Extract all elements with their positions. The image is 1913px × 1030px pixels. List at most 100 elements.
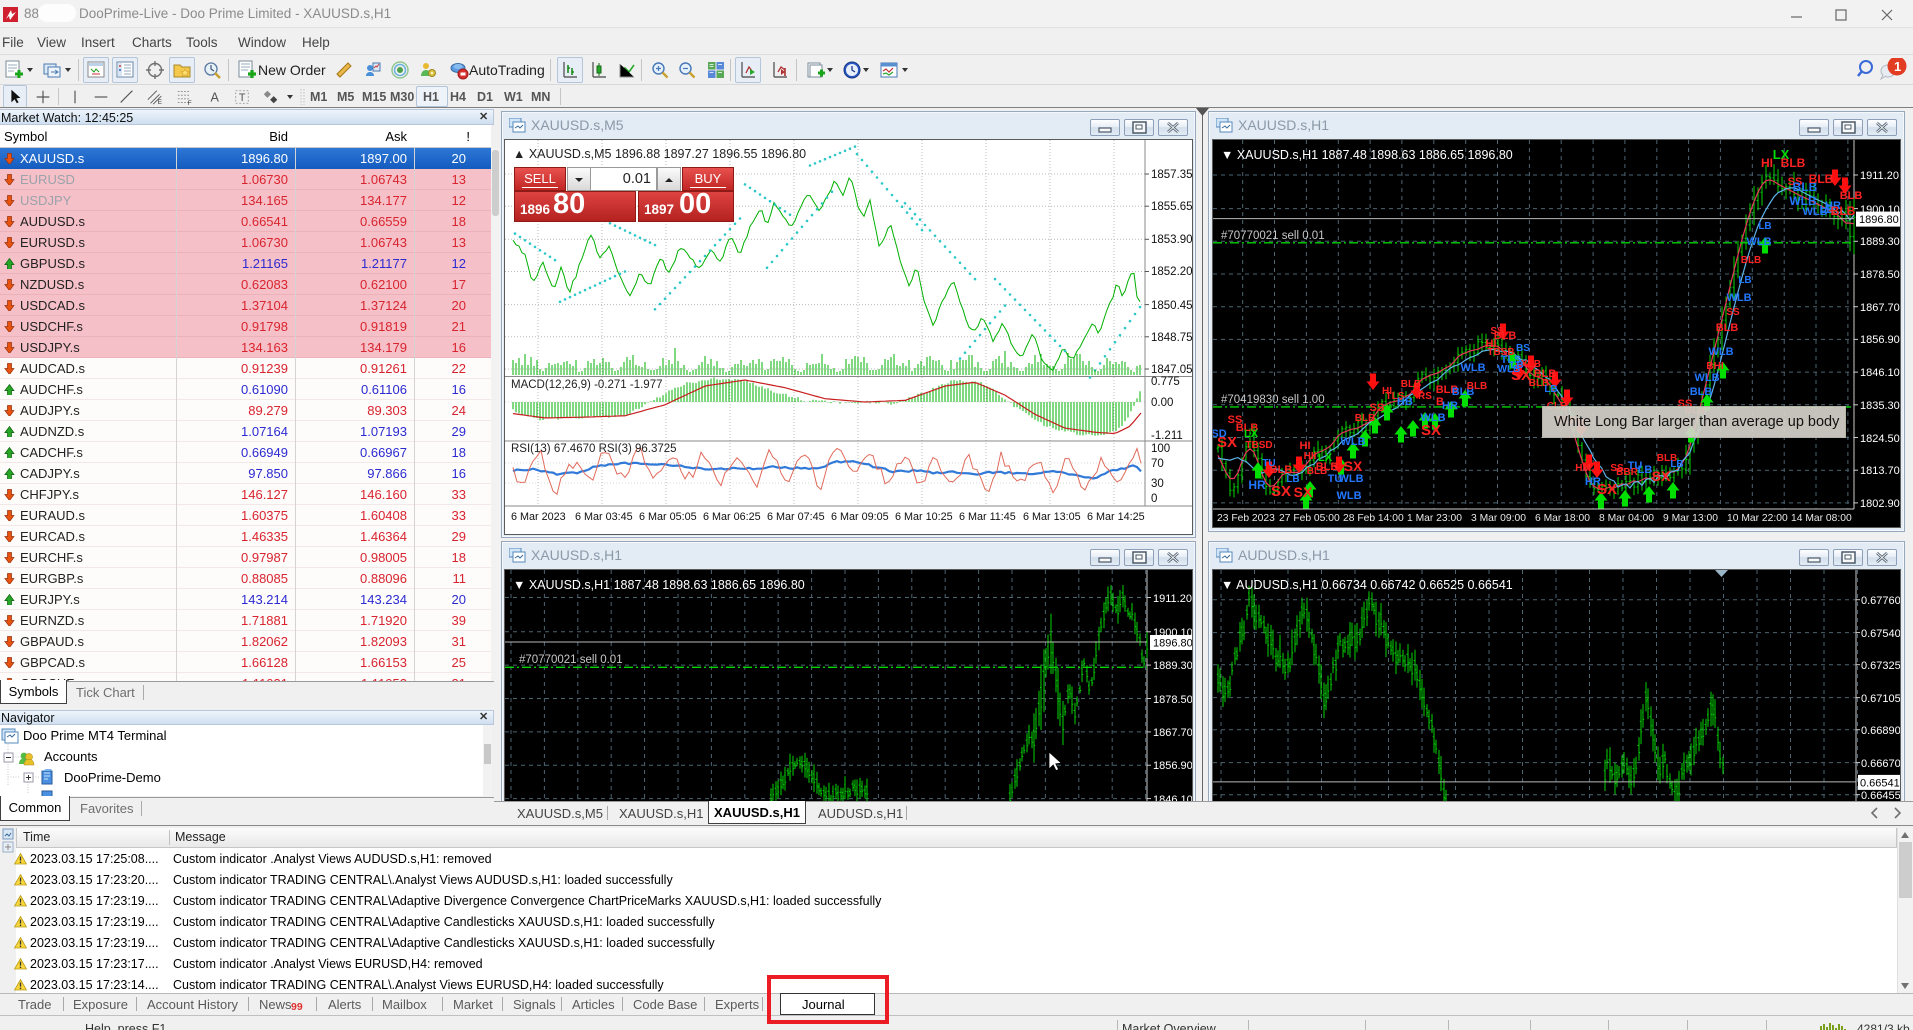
- svg-text:0.67325: 0.67325: [1861, 660, 1900, 672]
- svg-text:1878.50: 1878.50: [1153, 694, 1192, 706]
- svg-text:-1.211: -1.211: [1151, 430, 1183, 442]
- svg-text:WLB: WLB: [1338, 473, 1363, 485]
- svg-text:6 Mar 05:05: 6 Mar 05:05: [639, 511, 697, 523]
- svg-text:1850.45: 1850.45: [1151, 300, 1192, 312]
- svg-text:WLB: WLB: [1726, 292, 1751, 304]
- svg-text:6 Mar 18:00: 6 Mar 18:00: [1535, 513, 1590, 524]
- svg-text:SX: SX: [1652, 468, 1671, 484]
- svg-text:BLB: BLB: [1809, 172, 1834, 186]
- svg-text:1896.80: 1896.80: [1153, 638, 1192, 650]
- svg-text:BLB: BLB: [1467, 381, 1488, 392]
- svg-text:1802.90: 1802.90: [1860, 498, 1900, 510]
- svg-text:6 Mar 06:25: 6 Mar 06:25: [703, 511, 761, 523]
- svg-text:1824.50: 1824.50: [1860, 433, 1900, 445]
- svg-text:6 Mar 03:45: 6 Mar 03:45: [575, 511, 633, 523]
- svg-text:0.66670: 0.66670: [1861, 758, 1900, 770]
- svg-text:#70770021 sell 0.01: #70770021 sell 0.01: [519, 654, 623, 666]
- svg-text:1: 1: [1894, 59, 1901, 74]
- svg-text:HR: HR: [1442, 400, 1458, 412]
- svg-text:WLB: WLB: [1746, 236, 1771, 248]
- svg-text:▼ XAUUSD.s,H1 1887.48 1898.63: ▼ XAUUSD.s,H1 1887.48 1898.63 1886.65 18…: [513, 578, 805, 592]
- svg-text:WLB: WLB: [1340, 436, 1365, 448]
- svg-text:SS: SS: [1726, 307, 1740, 318]
- svg-text:6 Mar 10:25: 6 Mar 10:25: [895, 511, 953, 523]
- svg-text:1835.30: 1835.30: [1860, 400, 1900, 412]
- svg-text:1852.20: 1852.20: [1151, 266, 1192, 278]
- svg-text:RSI(13) 67.4670 RSI(3) 96.372: RSI(13) 67.4670 RSI(3) 96.3725: [511, 443, 677, 455]
- svg-text:1853.90: 1853.90: [1151, 234, 1192, 246]
- svg-text:WLB: WLB: [1336, 490, 1361, 502]
- svg-text:0.00: 0.00: [1151, 397, 1173, 409]
- svg-text:A: A: [211, 91, 220, 105]
- svg-text:1867.70: 1867.70: [1860, 302, 1900, 314]
- svg-text:WLB: WLB: [1694, 372, 1719, 384]
- svg-text:BLB: BLB: [1355, 413, 1376, 424]
- svg-text:6 Mar 14:25: 6 Mar 14:25: [1087, 511, 1145, 523]
- svg-text:28 Feb 14:00: 28 Feb 14:00: [1343, 513, 1404, 524]
- svg-text:3 Mar 09:00: 3 Mar 09:00: [1471, 513, 1526, 524]
- svg-text:BLB: BLB: [1781, 156, 1806, 170]
- svg-text:BLB: BLB: [1401, 379, 1422, 390]
- svg-text:6 Mar 2023: 6 Mar 2023: [511, 511, 566, 523]
- svg-text:BHI: BHI: [1706, 361, 1723, 372]
- svg-text:1846.10: 1846.10: [1860, 367, 1900, 379]
- svg-text:1856.90: 1856.90: [1153, 760, 1192, 772]
- svg-text:RS: RS: [1418, 391, 1432, 402]
- svg-text:1847.05: 1847.05: [1151, 364, 1192, 376]
- svg-text:TBSD: TBSD: [1245, 440, 1272, 451]
- svg-text:6 Mar 07:45: 6 Mar 07:45: [767, 511, 825, 523]
- svg-text:SX: SX: [1294, 484, 1313, 500]
- svg-text:100: 100: [1151, 443, 1170, 455]
- svg-text:HM: HM: [1575, 463, 1591, 474]
- svg-text:BLB: BLB: [1831, 204, 1856, 218]
- svg-text:LB: LB: [1544, 384, 1557, 395]
- svg-text:▼ AUDUSD.s,H1 0.66734 0.66742: ▼ AUDUSD.s,H1 0.66734 0.66742 0.66525 0.…: [1221, 578, 1513, 592]
- svg-text:SD: SD: [1213, 428, 1227, 440]
- svg-text:1878.50: 1878.50: [1860, 269, 1900, 281]
- svg-text:#70770021 sell 0.01: #70770021 sell 0.01: [1221, 230, 1325, 242]
- svg-text:6 Mar 09:05: 6 Mar 09:05: [831, 511, 889, 523]
- svg-text:8 Mar 04:00: 8 Mar 04:00: [1599, 513, 1654, 524]
- svg-text:10 Mar 22:00: 10 Mar 22:00: [1727, 513, 1788, 524]
- svg-text:1856.90: 1856.90: [1860, 334, 1900, 346]
- svg-text:▲ XAUUSD.s,M5 1896.88 1897.27: ▲ XAUUSD.s,M5 1896.88 1897.27 1896.55 18…: [513, 147, 806, 161]
- svg-text:6 Mar 13:05: 6 Mar 13:05: [1023, 511, 1081, 523]
- svg-text:0.67760: 0.67760: [1861, 595, 1900, 607]
- svg-text:LB: LB: [1510, 360, 1523, 371]
- svg-text:1889.30: 1889.30: [1860, 236, 1900, 248]
- svg-text:▼ XAUUSD.s,H1 1887.48 1898.63: ▼ XAUUSD.s,H1 1887.48 1898.63 1886.65 18…: [1221, 148, 1513, 162]
- svg-text:0.67540: 0.67540: [1861, 628, 1900, 640]
- svg-text:1896.80: 1896.80: [1859, 214, 1899, 226]
- svg-text:BS: BS: [1516, 343, 1530, 354]
- svg-text:LB: LB: [1670, 459, 1683, 470]
- svg-text:0.67105: 0.67105: [1861, 693, 1900, 705]
- svg-text:0.66890: 0.66890: [1861, 725, 1900, 737]
- svg-text:HI: HI: [1761, 156, 1773, 170]
- svg-text:LB: LB: [1738, 275, 1751, 286]
- svg-text:1911.20: 1911.20: [1860, 170, 1899, 182]
- svg-text:LB: LB: [1638, 464, 1653, 476]
- svg-text:LB: LB: [1286, 474, 1299, 485]
- svg-text:SX: SX: [1421, 422, 1441, 439]
- svg-text:LB: LB: [1758, 221, 1771, 232]
- svg-text:1889.30: 1889.30: [1153, 660, 1192, 672]
- svg-text:E: E: [158, 99, 162, 106]
- svg-text:T: T: [239, 92, 246, 104]
- svg-text:BLB: BLB: [1840, 190, 1863, 202]
- svg-text:SX: SX: [1597, 481, 1617, 498]
- svg-text:MACD(12,26,9) -0.271 -1.977: MACD(12,26,9) -0.271 -1.977: [511, 379, 663, 391]
- svg-text:1 Mar 23:00: 1 Mar 23:00: [1407, 513, 1462, 524]
- svg-text:1848.75: 1848.75: [1151, 332, 1192, 344]
- svg-text:0.66541: 0.66541: [1860, 777, 1900, 789]
- svg-text:1857.35: 1857.35: [1151, 169, 1192, 181]
- svg-text:#70419830 sell 1.00: #70419830 sell 1.00: [1221, 394, 1325, 406]
- svg-text:1911.20: 1911.20: [1153, 593, 1192, 605]
- svg-text:30: 30: [1151, 478, 1164, 490]
- svg-text:1855.65: 1855.65: [1151, 201, 1192, 213]
- svg-text:9 Mar 13:00: 9 Mar 13:00: [1663, 513, 1718, 524]
- svg-text:SS: SS: [1370, 402, 1385, 414]
- svg-text:BLB: BLB: [1716, 322, 1739, 334]
- svg-text:1813.70: 1813.70: [1860, 465, 1900, 477]
- svg-text:SS: SS: [1490, 326, 1504, 337]
- svg-text:WLB: WLB: [1708, 346, 1733, 358]
